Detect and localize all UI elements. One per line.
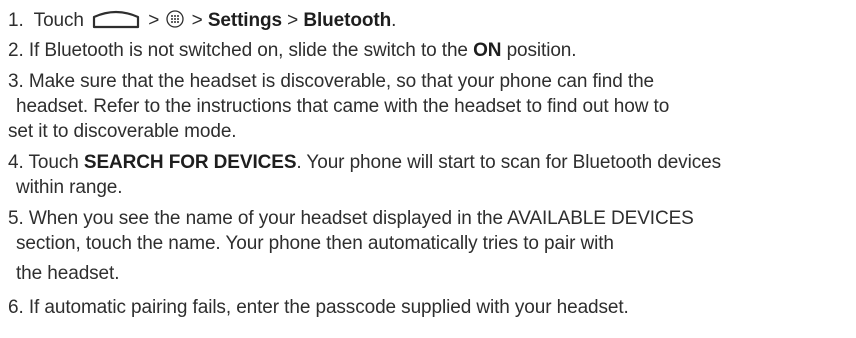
- step-2-text-end: position.: [506, 40, 577, 61]
- step-5-line-3: the headset.: [16, 263, 119, 285]
- on-label: ON: [473, 40, 502, 61]
- step-4-text-2: within range.: [16, 177, 123, 198]
- step-1-separator-2: >: [191, 10, 203, 31]
- step-2-number: 2.: [8, 40, 24, 61]
- step-5-line-1: 5. When you see the name of your headset…: [8, 208, 694, 230]
- step-5-line-2: section, touch the name. Your phone then…: [16, 233, 614, 255]
- step-6-text: If automatic pairing fails, enter the pa…: [28, 297, 629, 318]
- step-6: 6. If automatic pairing fails, enter the…: [8, 297, 629, 319]
- step-3-text-1: Make sure that the headset is discoverab…: [28, 71, 655, 92]
- step-6-number: 6.: [8, 297, 24, 318]
- search-for-devices-label: SEARCH FOR DEVICES: [83, 152, 297, 173]
- step-1-period: .: [391, 10, 397, 31]
- step-1: 1. Touch > > Settings > Bluetooth.: [8, 9, 396, 31]
- all-apps-icon: [166, 10, 185, 28]
- step-3-number: 3.: [8, 71, 24, 92]
- step-4-line-2: within range.: [16, 177, 123, 199]
- step-2: 2. If Bluetooth is not switched on, slid…: [8, 40, 577, 62]
- step-2-text: If Bluetooth is not switched on, slide t…: [28, 40, 468, 61]
- step-3-line-1: 3. Make sure that the headset is discove…: [8, 71, 654, 93]
- step-3-line-3: set it to discoverable mode.: [8, 121, 237, 143]
- step-4-touch-text: Touch: [28, 152, 79, 173]
- step-1-touch-text: Touch: [33, 10, 84, 31]
- step-1-separator-1: >: [148, 10, 160, 31]
- step-4-number: 4.: [8, 152, 24, 173]
- step-4-line-1: 4. Touch SEARCH FOR DEVICES. Your phone …: [8, 152, 721, 174]
- settings-label: Settings: [207, 10, 282, 31]
- step-3-text-2: headset. Refer to the instructions that …: [16, 96, 670, 117]
- instruction-list: 1. Touch > > Settings > Bluetooth. 2. If…: [0, 0, 856, 338]
- step-5-number: 5.: [8, 208, 24, 229]
- home-icon: [92, 10, 140, 29]
- bluetooth-label: Bluetooth: [303, 10, 392, 31]
- step-1-number: 1.: [8, 10, 24, 31]
- step-3-text-3: set it to discoverable mode.: [8, 121, 237, 142]
- step-4-text: . Your phone will start to scan for Blue…: [296, 152, 721, 173]
- step-1-separator-3: >: [287, 10, 299, 31]
- step-5-text-2: section, touch the name. Your phone then…: [16, 233, 614, 254]
- step-5-text-1: When you see the name of your headset di…: [28, 208, 694, 229]
- step-5-text-3: the headset.: [16, 263, 120, 284]
- step-3-line-2: headset. Refer to the instructions that …: [16, 96, 669, 118]
